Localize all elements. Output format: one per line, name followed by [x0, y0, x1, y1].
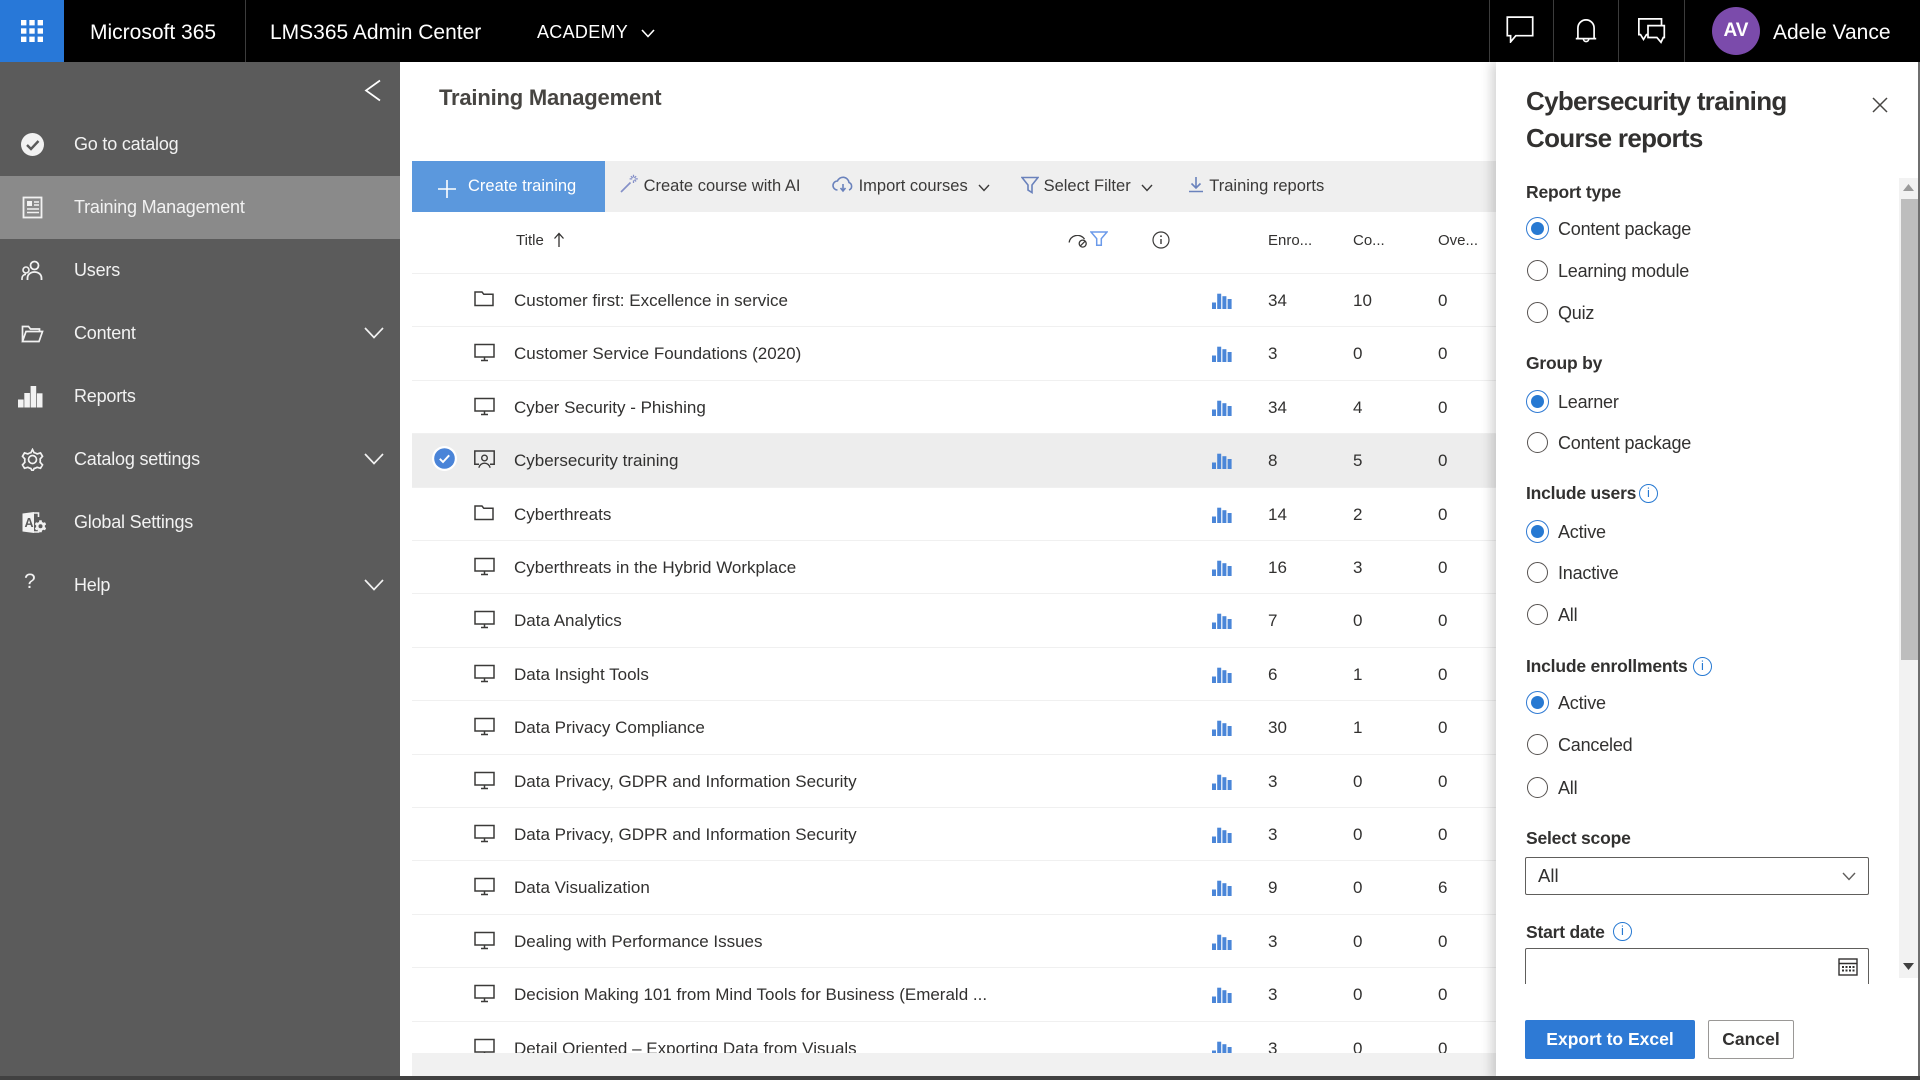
svg-text:A: A [25, 516, 34, 530]
